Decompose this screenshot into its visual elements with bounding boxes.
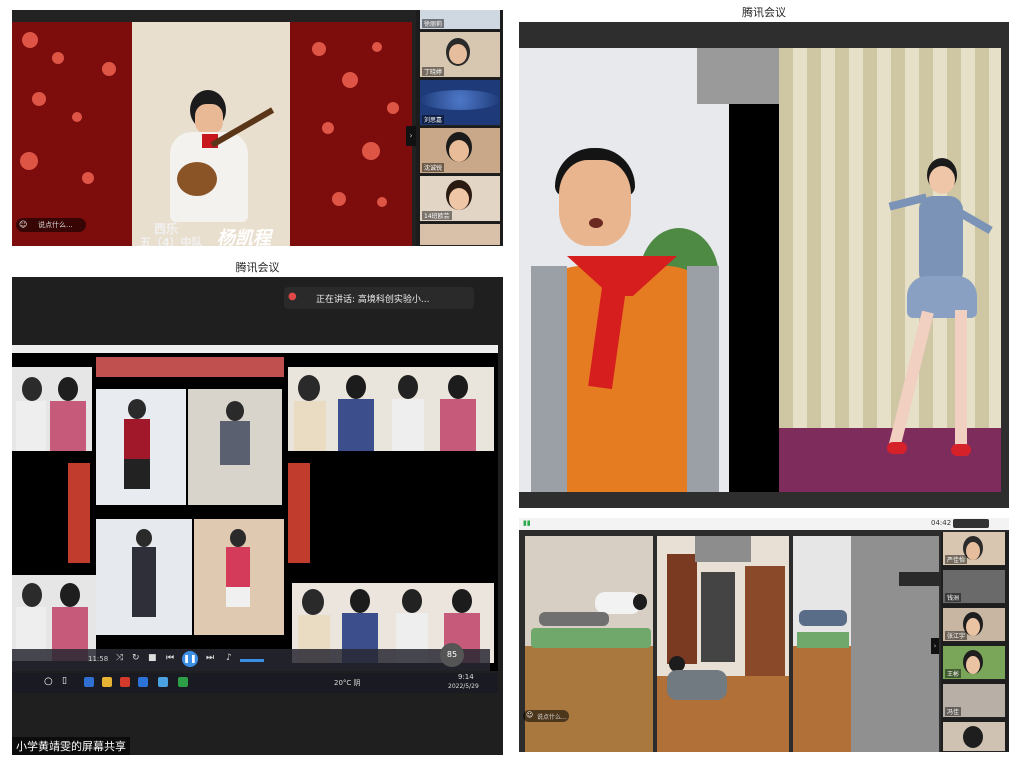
clock-time: 9:14	[458, 673, 474, 681]
chevron-right-icon[interactable]: ›	[406, 126, 416, 146]
app-icon[interactable]	[120, 677, 130, 687]
microphone-icon: ●	[288, 291, 297, 302]
exercise-meeting-panel: ▮▮ 04:42 ☺ 说点什么... › 严佳怡 钱洲 张江宇 王彬 冯佳	[519, 518, 1009, 752]
dance-meeting-panel	[519, 22, 1009, 508]
app-title: 腾讯会议	[742, 6, 786, 19]
app-icon[interactable]	[102, 677, 112, 687]
chat-input[interactable]: ☺ 说点什么...	[523, 710, 569, 722]
volume-slider[interactable]	[240, 659, 264, 662]
participant-tile[interactable]: 沈诚锐	[420, 128, 500, 174]
participant-tile[interactable]	[943, 722, 1005, 752]
status-badge	[953, 519, 989, 528]
screen-share-caption: 小学黄靖雯的屏幕共享	[12, 737, 130, 755]
smile-icon: ☺	[19, 220, 28, 229]
performer-class: 五（4）中队	[140, 236, 203, 246]
volume-icon[interactable]: ♪	[226, 653, 232, 663]
taskbar: ○ ▯ 20°C 阴 9:14 2022/5/29	[12, 673, 498, 693]
participant-tile[interactable]: 严佳怡	[943, 532, 1005, 566]
chevron-right-icon[interactable]: ›	[931, 638, 939, 654]
shuffle-icon[interactable]: ⤨	[116, 653, 123, 663]
chat-hint: 说点什么...	[38, 221, 73, 229]
participant-tile[interactable]: 张江宇	[943, 608, 1005, 642]
participant-tile[interactable]: 王彬	[943, 646, 1005, 680]
app-icon[interactable]	[158, 677, 168, 687]
repeat-icon[interactable]: ↻	[132, 653, 140, 663]
participant-tile[interactable]: 冯佳	[943, 684, 1005, 718]
main-video: 西乐 五（4）中队 杨凯程 ☺ 说点什么...	[12, 22, 412, 246]
participant-tile[interactable]: 徐丽莉	[420, 10, 500, 30]
participant-tile[interactable]: 钱洲	[943, 570, 1005, 604]
smile-icon: ☺	[526, 711, 534, 719]
speaking-indicator: ● 正在讲话: 高境科创实验小...	[284, 287, 474, 309]
clock-date: 2022/5/29	[448, 683, 479, 690]
screen-share-panel: ● 正在讲话: 高境科创实验小... 11:58 ⤨ ↻ ■ ⏮ ❚❚ ⏭ ♪ …	[12, 277, 503, 755]
start-icon[interactable]: ○	[44, 676, 53, 687]
pause-icon[interactable]: ❚❚	[182, 651, 198, 667]
weather-readout: 20°C 阴	[334, 679, 361, 687]
app-icon[interactable]	[138, 677, 148, 687]
shared-window: 11:58 ⤨ ↻ ■ ⏮ ❚❚ ⏭ ♪ 85	[12, 345, 498, 671]
chat-input[interactable]: ☺ 说点什么...	[16, 218, 86, 232]
status-time: 04:42	[931, 519, 952, 527]
stop-icon[interactable]: ■	[148, 653, 157, 663]
chat-hint: 说点什么...	[537, 714, 567, 721]
participant-list: 徐丽莉 丁晓婷 刘思嘉 沈诚锐 14班欧芸	[416, 10, 503, 246]
player-time: 11:58	[88, 655, 109, 663]
speaking-label: 正在讲话: 高境科创实验小...	[316, 295, 430, 305]
participant-tile[interactable]	[420, 224, 500, 246]
ukulele-meeting-panel: 西乐 五（4）中队 杨凯程 ☺ 说点什么... › 徐丽莉 丁晓婷 刘思嘉 沈诚…	[12, 10, 503, 246]
participant-tile[interactable]: 刘思嘉	[420, 80, 500, 126]
app-icon[interactable]	[84, 677, 94, 687]
zoom-badge: 85	[440, 643, 464, 667]
player-controls: 11:58 ⤨ ↻ ■ ⏮ ❚❚ ⏭ ♪ 85	[12, 643, 490, 671]
speaker-video	[519, 48, 729, 492]
status-bar: ▮▮ 04:42	[519, 518, 1009, 530]
performer-name: 杨凯程	[217, 228, 271, 246]
app-title: 腾讯会议	[235, 261, 280, 274]
app-icon[interactable]	[178, 677, 188, 687]
exercise-video-2	[657, 536, 789, 752]
participant-tile[interactable]: 14班欧芸	[420, 176, 500, 222]
dancer-video	[779, 48, 1001, 492]
previous-icon[interactable]: ⏮	[166, 653, 174, 663]
exercise-video-3	[793, 536, 851, 752]
participant-tile[interactable]: 丁晓婷	[420, 32, 500, 78]
participant-list: 严佳怡 钱洲 张江宇 王彬 冯佳	[941, 532, 1009, 752]
next-icon[interactable]: ⏭	[206, 653, 214, 663]
task-view-icon[interactable]: ▯	[62, 676, 67, 686]
signal-icon: ▮▮	[523, 519, 531, 527]
